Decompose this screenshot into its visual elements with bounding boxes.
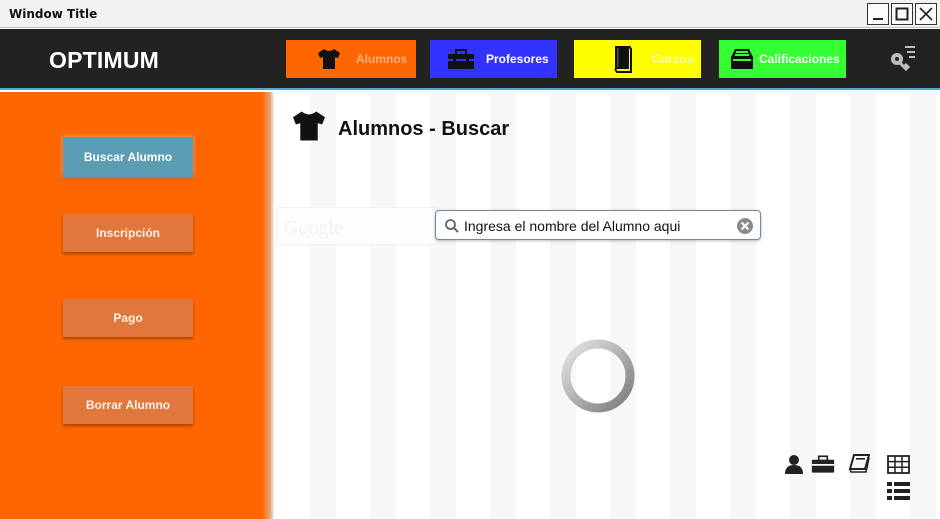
book-icon (612, 40, 632, 78)
nav-alumnos-button[interactable]: Alumnos (286, 40, 416, 78)
background-stripe (490, 92, 516, 519)
ghost-logo: Google (284, 217, 343, 239)
briefcase-icon (447, 40, 475, 78)
background-stripe (910, 92, 936, 519)
app-brand: OPTIMUM (49, 47, 159, 73)
search-input[interactable] (464, 215, 730, 237)
nav-calificaciones-button[interactable]: Calificaciones (719, 40, 846, 78)
nav-profesores-button[interactable]: Profesores (430, 40, 557, 78)
minimize-button[interactable] (867, 3, 889, 25)
close-button[interactable] (915, 3, 937, 25)
inbox-tray-icon (729, 40, 755, 78)
nav-calificaciones-label: Calificaciones (759, 52, 840, 66)
sidebar-item-borrar-alumno[interactable]: Borrar Alumno (63, 386, 193, 424)
nav-profesores-label: Profesores (486, 52, 549, 66)
user-icon[interactable] (784, 454, 804, 479)
tshirt-icon (316, 40, 342, 78)
background-stripe (310, 92, 336, 519)
clear-search-icon[interactable] (736, 217, 754, 240)
close-icon (919, 7, 933, 21)
background-stripe (670, 92, 696, 519)
background-stripe (550, 92, 576, 519)
key-menu-icon[interactable] (889, 44, 917, 77)
sidebar-shadow-edge (262, 92, 274, 519)
background-stripe (370, 92, 396, 519)
loading-spinner-icon (560, 338, 636, 419)
maximize-icon (895, 7, 909, 21)
briefcase-icon[interactable] (811, 454, 835, 479)
list-view-icon[interactable] (887, 481, 910, 506)
sidebar-item-inscripcion[interactable]: Inscripción (63, 214, 193, 252)
page-title: Alumnos - Buscar (338, 118, 510, 140)
background-stripe (730, 92, 756, 519)
maximize-button[interactable] (891, 3, 913, 25)
sidebar-item-pago[interactable]: Pago (63, 299, 193, 337)
nav-alumnos-label: Alumnos (356, 52, 408, 66)
sidebar-item-buscar-alumno[interactable]: Buscar Alumno (63, 137, 193, 177)
main-content: Alumnos - Buscar Google (274, 92, 940, 519)
nav-cursos-label: Cursos (652, 52, 694, 66)
background-stripe (430, 92, 456, 519)
window-title: Window Title (9, 7, 98, 21)
window-titlebar: Window Title (0, 0, 940, 28)
app-header: OPTIMUM Alumnos Profesores Cursos Califi… (0, 29, 940, 90)
background-stripe (610, 92, 636, 519)
tshirt-icon (288, 110, 330, 147)
book-icon[interactable] (848, 453, 871, 478)
minimize-icon (873, 18, 883, 20)
grid-view-icon[interactable] (887, 455, 910, 479)
student-search-box (435, 210, 761, 240)
search-icon (444, 218, 460, 239)
nav-cursos-button[interactable]: Cursos (574, 40, 701, 78)
